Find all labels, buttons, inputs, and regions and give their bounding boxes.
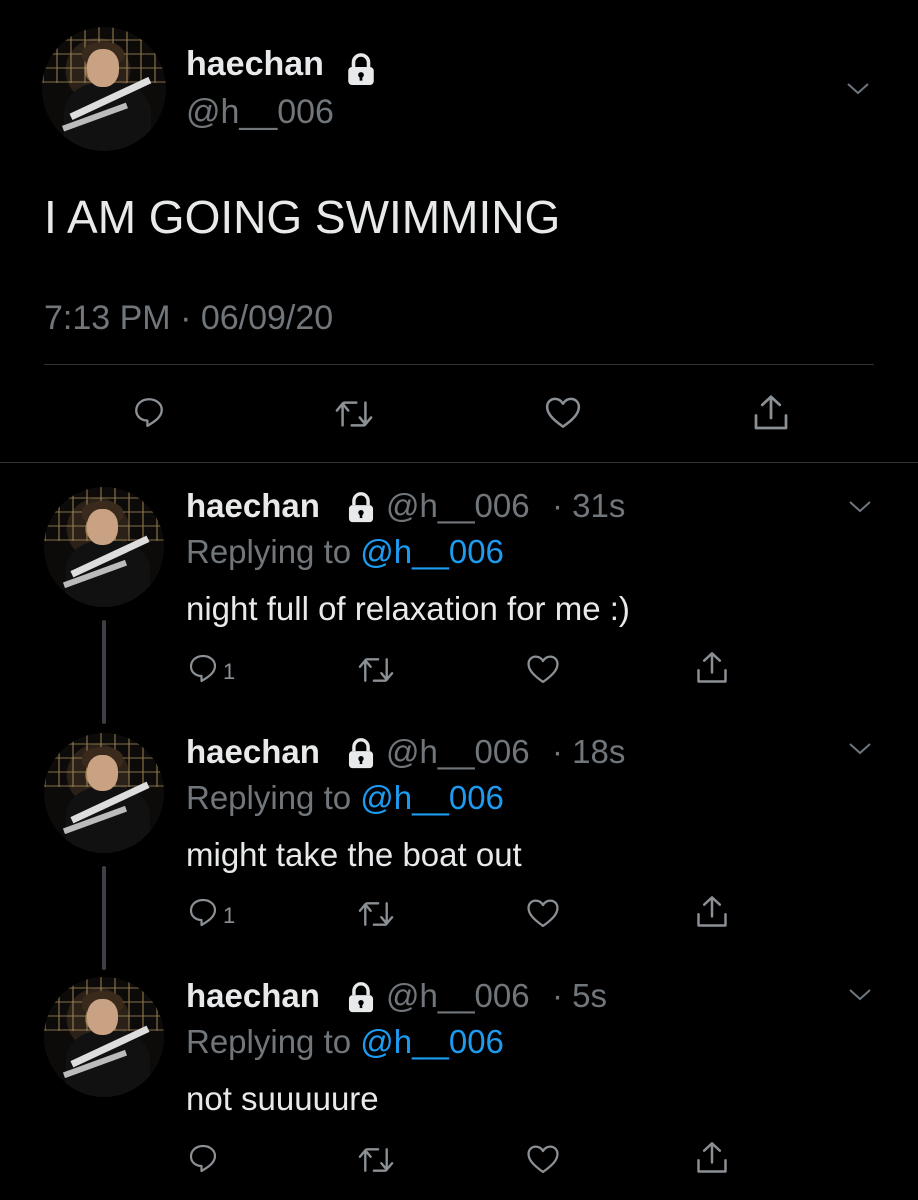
- tweet-text: not suuuuure: [186, 1080, 379, 1117]
- comment-icon[interactable]: [187, 896, 219, 928]
- display-name[interactable]: haechan: [186, 487, 320, 525]
- handle[interactable]: @h__006: [386, 487, 530, 525]
- avatar[interactable]: [44, 977, 164, 1097]
- mention-link[interactable]: @h__006: [360, 533, 504, 570]
- share-icon[interactable]: [694, 894, 730, 930]
- heart-icon[interactable]: [526, 898, 560, 929]
- thread-line: [102, 620, 106, 724]
- display-name[interactable]: haechan: [186, 44, 324, 84]
- handle[interactable]: @h__006: [386, 977, 530, 1015]
- replying-label: Replying to: [186, 533, 352, 570]
- lock-icon: [344, 981, 378, 1015]
- timestamp[interactable]: 7:13 PM · 06/09/20: [44, 298, 333, 338]
- handle[interactable]: @h__006: [186, 92, 334, 132]
- share-icon[interactable]: [751, 393, 791, 433]
- time-ago[interactable]: · 31s: [552, 487, 625, 525]
- tweet-text: I AM GOING SWIMMING: [44, 191, 561, 243]
- share-icon[interactable]: [694, 650, 730, 686]
- share-icon[interactable]: [694, 1140, 730, 1176]
- retweet-icon[interactable]: [356, 655, 396, 685]
- heart-icon[interactable]: [526, 1144, 560, 1175]
- retweet-icon[interactable]: [332, 398, 376, 430]
- handle[interactable]: @h__006: [386, 733, 530, 771]
- replying-to: Replying to @h__006: [186, 779, 504, 817]
- time-ago[interactable]: · 5s: [552, 977, 607, 1015]
- replying-to: Replying to @h__006: [186, 1023, 504, 1061]
- chevron-down-icon[interactable]: [848, 988, 872, 1002]
- time-ago[interactable]: · 18s: [552, 733, 625, 771]
- display-name[interactable]: haechan: [186, 733, 320, 771]
- replying-to: Replying to @h__006: [186, 533, 504, 571]
- divider: [44, 364, 874, 365]
- lock-icon: [344, 491, 378, 525]
- display-name[interactable]: haechan: [186, 977, 320, 1015]
- chevron-down-icon[interactable]: [848, 742, 872, 756]
- lock-icon: [344, 737, 378, 771]
- avatar[interactable]: [44, 733, 164, 853]
- retweet-icon[interactable]: [356, 1145, 396, 1175]
- lock-icon: [343, 52, 379, 88]
- divider: [0, 462, 918, 463]
- replying-label: Replying to: [186, 779, 352, 816]
- avatar[interactable]: [44, 487, 164, 607]
- mention-link[interactable]: @h__006: [360, 779, 504, 816]
- replying-label: Replying to: [186, 1023, 352, 1060]
- retweet-icon[interactable]: [356, 899, 396, 929]
- reply-count: 1: [223, 659, 236, 684]
- heart-icon[interactable]: [544, 396, 582, 430]
- tweet-text: might take the boat out: [186, 836, 522, 873]
- chevron-down-icon[interactable]: [848, 500, 872, 514]
- tweet-text: night full of relaxation for me :): [186, 590, 630, 627]
- comment-icon[interactable]: [132, 395, 166, 429]
- mention-link[interactable]: @h__006: [360, 1023, 504, 1060]
- reply-count: 1: [223, 903, 236, 928]
- comment-icon[interactable]: [187, 1142, 219, 1174]
- heart-icon[interactable]: [526, 654, 560, 685]
- chevron-down-icon[interactable]: [846, 82, 870, 96]
- avatar[interactable]: [42, 27, 166, 151]
- thread-line: [102, 866, 106, 970]
- comment-icon[interactable]: [187, 652, 219, 684]
